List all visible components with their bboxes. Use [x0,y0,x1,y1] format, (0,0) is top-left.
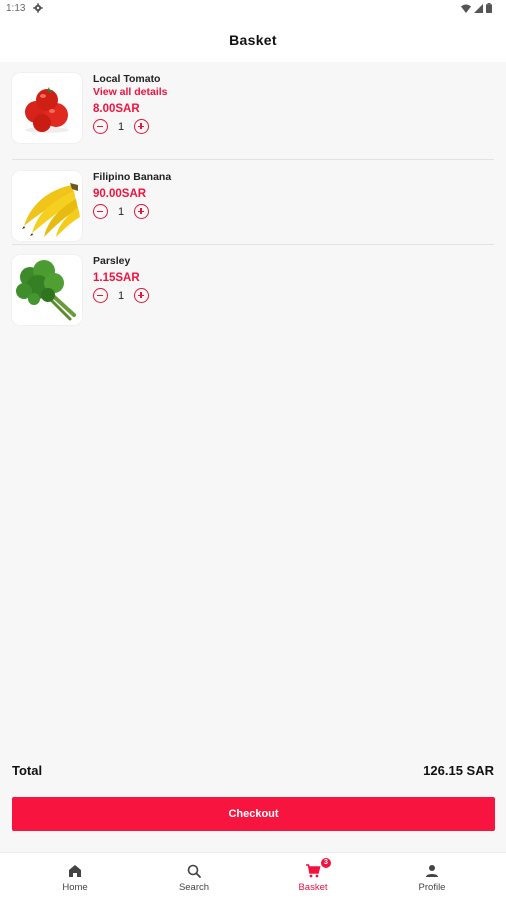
status-icons [461,3,492,13]
item-quantity: 1 [117,205,125,218]
item-info: Parsley 1.15SAR 1 [93,255,149,303]
tomato-image [12,73,82,143]
item-name: Parsley [93,255,131,267]
item-info: Filipino Banana 90.00SAR 1 [93,171,171,219]
parsley-image [12,255,82,325]
basket-item-parsley[interactable]: Parsley 1.15SAR 1 [12,255,494,339]
nav-item-profile[interactable]: Profile [372,853,492,901]
checkout-button[interactable]: Checkout [12,797,495,831]
home-icon [69,865,81,877]
basket-item-banana[interactable]: Filipino Banana 90.00SAR 1 [12,171,494,255]
increase-button[interactable] [134,204,149,219]
minus-icon [97,210,103,213]
status-time: 1:13 [6,3,26,14]
cart-count-badge: 3 [321,858,331,868]
decrease-button[interactable] [93,288,108,303]
battery-icon [486,3,492,13]
nav-item-search[interactable]: Search [134,853,254,901]
gear-icon [33,3,43,13]
nav-item-home[interactable]: Home [15,853,135,901]
item-name: Filipino Banana [93,171,172,183]
nav-label-home: Home [62,882,88,893]
item-price: 1.15SAR [93,272,140,284]
minus-icon [97,125,103,128]
basket-item-tomato[interactable]: Local Tomato View all details 8.00SAR 1 [12,73,494,157]
quantity-stepper: 1 [93,288,149,303]
app-header: Basket [0,18,506,62]
item-price: 90.00SAR [93,188,147,200]
cart-icon [306,864,321,878]
nav-item-basket[interactable]: 3 Basket [253,853,373,901]
minus-icon [97,294,103,297]
profile-icon [426,865,438,877]
item-price: 8.00SAR [93,103,140,115]
increase-button[interactable] [134,288,149,303]
signal-icon [474,3,483,13]
divider [12,159,494,160]
banana-image [12,171,82,241]
item-quantity: 1 [117,120,125,133]
decrease-button[interactable] [93,119,108,134]
item-name: Local Tomato [93,73,161,85]
increase-button[interactable] [134,119,149,134]
decrease-button[interactable] [93,204,108,219]
nav-label-profile: Profile [418,882,446,893]
status-bar: 1:13 [0,0,506,18]
search-icon [187,864,201,878]
bottom-nav: Home Search 3 Basket Profile [0,852,506,901]
quantity-stepper: 1 [93,204,171,219]
total-label: Total [12,763,43,778]
quantity-stepper: 1 [93,119,168,134]
nav-label-basket: Basket [298,882,328,893]
wifi-icon [461,4,471,13]
item-info: Local Tomato View all details 8.00SAR 1 [93,73,168,134]
nav-label-search: Search [178,882,210,893]
divider [12,244,494,245]
item-quantity: 1 [117,289,125,302]
total-row: Total 126.15 SAR [12,763,494,781]
total-value: 126.15 SAR [423,763,494,778]
view-details-link[interactable]: View all details [93,86,168,99]
page-title: Basket [229,32,277,48]
